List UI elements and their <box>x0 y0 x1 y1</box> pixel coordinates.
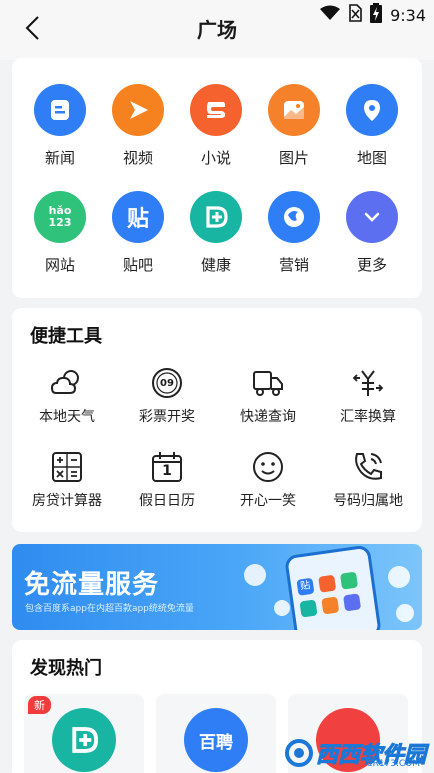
banner-subtitle: 包含百度系app在内超百款app统统免流量 <box>25 604 194 614</box>
tool-item-weather[interactable]: 本地天气 <box>16 366 118 426</box>
lottery-icon: 09 <box>150 366 184 400</box>
grid-item-marketing[interactable]: 营销 <box>255 191 333 275</box>
calendar-icon: 1 <box>150 450 184 484</box>
grid-label: 视频 <box>122 149 153 167</box>
baipin-icon: 百聘 <box>184 708 248 772</box>
grid-item-pictures[interactable]: 图片 <box>255 84 333 168</box>
nav-bar: 广场 <box>0 16 434 60</box>
free-data-banner[interactable]: 贴 免流量服务 包含百度系app在内超百款app统统免流量 <box>12 544 422 630</box>
grid-label: 更多 <box>356 256 387 274</box>
grid-label: 小说 <box>200 149 231 167</box>
book-icon <box>190 84 242 136</box>
tool-item-joke[interactable]: 开心一笑 <box>217 450 319 510</box>
phone-tile <box>343 593 362 612</box>
tool-label: 房贷计算器 <box>32 493 102 509</box>
new-badge: 新 <box>28 696 51 714</box>
lottery-glyph: 09 <box>160 377 174 389</box>
picture-icon <box>268 84 320 136</box>
watermark-url: CR173.COM <box>366 759 420 769</box>
tool-label: 开心一笑 <box>240 493 296 509</box>
tool-item-delivery[interactable]: 快递查询 <box>217 366 319 426</box>
smile-icon <box>251 450 285 484</box>
grid-item-map[interactable]: 地图 <box>333 84 411 168</box>
tool-label: 汇率换算 <box>340 409 396 425</box>
grid-item-novel[interactable]: 小说 <box>177 84 255 168</box>
health-icon <box>190 191 242 243</box>
hot-section-title: 发现热门 <box>30 658 102 679</box>
watermark-logo-icon <box>284 739 313 767</box>
grid-label: 图片 <box>278 149 309 167</box>
tool-label: 快递查询 <box>240 409 296 425</box>
decor-bubble <box>244 564 266 586</box>
phone-illustration: 贴 <box>284 544 382 630</box>
app-grid-card: 新闻 视频 小说 图片 地图 hǎo 123 网站 贴 贴吧 健康 营销 更多 <box>12 58 422 298</box>
grid-item-more[interactable]: 更多 <box>333 191 411 275</box>
tools-section-title: 便捷工具 <box>30 326 102 347</box>
tool-label: 假日日历 <box>139 493 195 509</box>
phone-tile <box>321 596 340 615</box>
marketing-icon <box>268 191 320 243</box>
tool-item-holiday-calendar[interactable]: 1 假日日历 <box>116 450 218 510</box>
chevron-down-icon <box>346 191 398 243</box>
phone-tile <box>339 571 359 590</box>
phone-location-icon <box>351 450 385 484</box>
calendar-glyph: 1 <box>162 463 172 479</box>
tieba-icon: 贴 <box>112 191 164 243</box>
grid-item-health[interactable]: 健康 <box>177 191 255 275</box>
grid-label: 营销 <box>278 256 309 274</box>
grid-item-video[interactable]: 视频 <box>99 84 177 168</box>
grid-label: 网站 <box>44 256 75 274</box>
tools-card: 便捷工具 本地天气 09 彩票开奖 快递查询 汇率换算 房贷计算器 1 假日日历… <box>12 308 422 532</box>
decor-bubble <box>388 566 410 588</box>
decor-bubble <box>274 600 290 616</box>
delivery-truck-icon <box>251 366 285 400</box>
baipin-text: 百聘 <box>199 732 233 753</box>
news-icon <box>34 84 86 136</box>
grid-label: 新闻 <box>44 149 75 167</box>
phone-tile <box>299 599 318 618</box>
hao123-logo-text: hǎo 123 <box>48 204 72 229</box>
grid-item-website[interactable]: hǎo 123 网站 <box>21 191 99 275</box>
tool-item-exchange-rate[interactable]: 汇率换算 <box>317 366 419 426</box>
hot-tile-baipin[interactable]: 百聘 <box>156 694 276 773</box>
exchange-rate-icon <box>351 366 385 400</box>
grid-label: 贴吧 <box>122 256 153 274</box>
grid-item-tieba[interactable]: 贴 贴吧 <box>99 191 177 275</box>
tieba-glyph: 贴 <box>126 207 149 232</box>
grid-label: 健康 <box>200 256 231 274</box>
weather-icon <box>50 366 84 400</box>
phone-tile-tieba: 贴 <box>296 577 315 596</box>
tool-item-phone-location[interactable]: 号码归属地 <box>317 450 419 510</box>
tool-label: 彩票开奖 <box>139 409 195 425</box>
video-play-icon <box>112 84 164 136</box>
site-watermark: 西西软件园 CR173.COM <box>284 737 427 769</box>
tool-label: 号码归属地 <box>333 493 403 509</box>
grid-item-news[interactable]: 新闻 <box>21 84 99 168</box>
tool-label: 本地天气 <box>39 409 95 425</box>
health-icon <box>52 708 116 772</box>
grid-label: 地图 <box>356 149 387 167</box>
phone-tile <box>318 574 337 593</box>
page-title: 广场 <box>197 18 237 42</box>
decor-bubble <box>396 604 414 622</box>
tool-item-lottery[interactable]: 09 彩票开奖 <box>116 366 218 426</box>
hao123-icon: hǎo 123 <box>34 191 86 243</box>
map-pin-icon <box>346 84 398 136</box>
banner-title: 免流量服务 <box>24 570 160 600</box>
calculator-icon <box>50 450 84 484</box>
tool-item-mortgage-calculator[interactable]: 房贷计算器 <box>16 450 118 510</box>
